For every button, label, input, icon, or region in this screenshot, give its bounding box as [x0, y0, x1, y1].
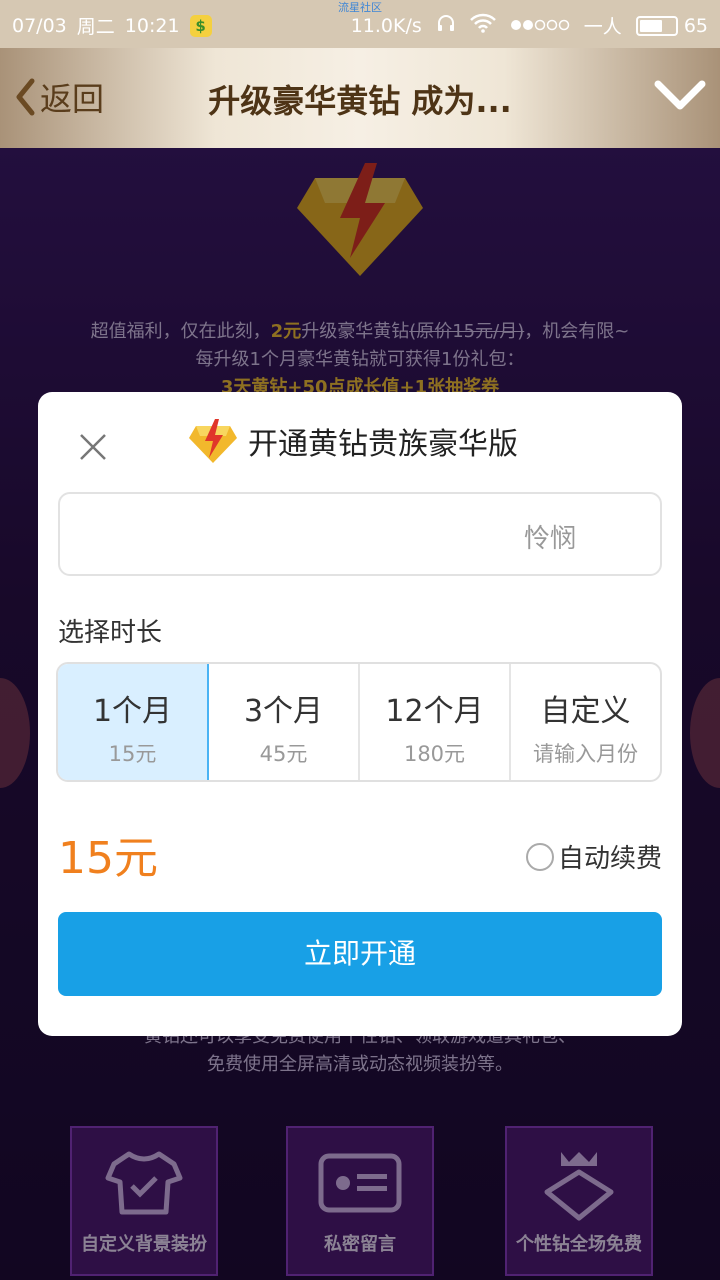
- duration-option-12-months[interactable]: 12个月 180元: [360, 664, 511, 780]
- carrier-label: 一人: [583, 16, 622, 38]
- duration-label: 选择时长: [58, 618, 163, 648]
- status-date: 07/03: [12, 14, 67, 37]
- status-weekday: 周二: [76, 16, 115, 38]
- chevron-left-icon: [16, 78, 35, 116]
- yellow-diamond-icon: [189, 419, 237, 463]
- battery-icon: 65: [635, 14, 708, 37]
- purchase-dialog: 开通黄钻贵族豪华版 怜悯 选择时长 1个月 15元 3个月 45元 12个月 1…: [38, 392, 682, 1036]
- battery-level: 65: [683, 14, 708, 37]
- signal-icon: [510, 15, 570, 37]
- auto-renew-toggle[interactable]: 自动续费: [525, 838, 662, 875]
- back-label: 返回: [40, 80, 105, 118]
- duration-option-custom[interactable]: 自定义 请输入月份: [511, 664, 660, 780]
- account-field[interactable]: 怜悯: [58, 492, 662, 576]
- total-price: 15元: [58, 833, 158, 884]
- account-nickname: 怜悯: [523, 524, 576, 554]
- dialog-title-text: 开通黄钻贵族豪华版: [248, 427, 518, 462]
- option-title: 12个月: [385, 694, 484, 729]
- duration-options: 1个月 15元 3个月 45元 12个月 180元 自定义 请输入月份: [56, 662, 662, 782]
- option-title: 1个月: [92, 694, 173, 729]
- status-time: 10:21: [124, 14, 180, 37]
- status-bar: 流星社区 07/03 周二 10:21 $ 11.0K/s 一人 65: [0, 0, 720, 48]
- activate-button[interactable]: 立即开通: [58, 912, 662, 996]
- auto-renew-label: 自动续费: [557, 844, 662, 874]
- radio-icon[interactable]: [525, 842, 554, 871]
- option-price: 45元: [259, 742, 308, 766]
- duration-option-1-month[interactable]: 1个月 15元: [58, 664, 209, 780]
- title-bar: 返回 升级豪华黄钻 成为...: [0, 48, 720, 148]
- close-icon[interactable]: [76, 430, 110, 464]
- option-hint: 请输入月份: [533, 742, 638, 766]
- chevron-down-icon[interactable]: [654, 78, 706, 116]
- app-badge-icon: $: [189, 14, 212, 37]
- wifi-icon: [469, 13, 496, 38]
- duration-option-3-months[interactable]: 3个月 45元: [209, 664, 360, 780]
- page-title: 升级豪华黄钻 成为...: [208, 82, 512, 120]
- dialog-title: 开通黄钻贵族豪华版: [188, 418, 518, 464]
- option-title: 自定义: [540, 694, 631, 729]
- option-title: 3个月: [243, 694, 324, 729]
- net-speed: 11.0K/s: [350, 14, 422, 37]
- option-price: 15元: [108, 742, 157, 766]
- back-button[interactable]: 返回: [14, 74, 104, 120]
- headphones-icon: [436, 13, 456, 38]
- option-price: 180元: [403, 742, 466, 766]
